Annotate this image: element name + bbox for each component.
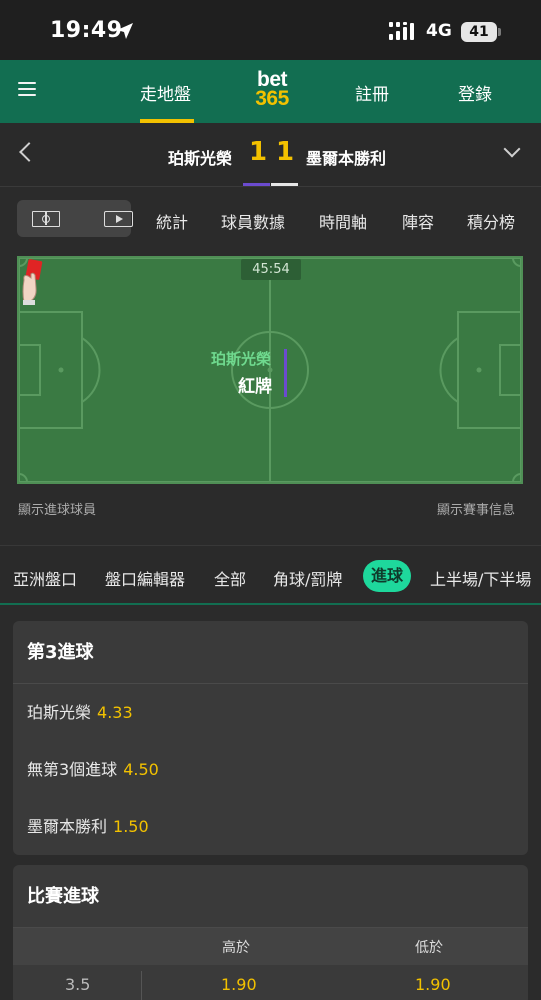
filter-goals[interactable]: 進球 [363, 560, 412, 592]
video-play-icon[interactable] [104, 211, 133, 227]
battery-tip [498, 28, 501, 36]
over-under-row: 3.5 1.90 1.90 [13, 965, 528, 1000]
filter-all[interactable]: 全部 [214, 566, 246, 590]
chevron-left-icon[interactable] [19, 142, 39, 162]
tab-player-stats[interactable]: 球員數據 [221, 209, 285, 233]
top-nav: 走地盤 bet 365 註冊 登錄 [0, 60, 541, 123]
match-clock: 45:54 [241, 259, 301, 280]
selection-label: 墨爾本勝利 [27, 817, 108, 836]
bet365-logo[interactable]: bet 365 [249, 69, 295, 110]
pitch-view-icon[interactable] [32, 211, 60, 227]
selection-row[interactable]: 墨爾本勝利 1.50 [13, 798, 528, 855]
goal-line: 3.5 [65, 975, 91, 994]
selection-odds: 1.50 [113, 817, 149, 836]
over-odds[interactable]: 1.90 [221, 975, 257, 994]
away-score: 1 [276, 137, 295, 167]
nav-in-play[interactable]: 走地盤 [140, 80, 191, 105]
selection-row[interactable]: 珀斯光榮 4.33 [13, 684, 528, 741]
home-team-name: 珀斯光榮 [168, 149, 233, 168]
red-card-icon [22, 259, 43, 305]
match-header: 珀斯光榮 1 1 墨爾本勝利 [0, 123, 541, 187]
market-title[interactable]: 第3進球 [13, 621, 528, 684]
tab-timeline[interactable]: 時間軸 [319, 209, 367, 233]
filter-bet-builder[interactable]: 盤口編輯器 [105, 566, 185, 590]
view-toggle [17, 200, 133, 237]
signal-icon [389, 22, 414, 40]
status-time: 19:49 [50, 18, 123, 43]
match-tools-row: 統計 球員數據 時間軸 陣容 積分榜 [0, 188, 541, 248]
filter-halves[interactable]: 上半場/下半場 [430, 566, 531, 590]
location-arrow-icon [117, 23, 133, 39]
selection-odds: 4.33 [97, 703, 133, 722]
selection-label: 珀斯光榮 [27, 703, 92, 722]
column-divider [141, 971, 142, 1000]
hamburger-menu-icon[interactable] [18, 82, 36, 96]
nav-join[interactable]: 註冊 [355, 80, 389, 105]
over-under-header: 高於 低於 [13, 928, 528, 965]
tab-lineups[interactable]: 陣容 [402, 209, 434, 233]
selection-odds: 4.50 [123, 760, 159, 779]
pitch-lines [19, 258, 521, 482]
home-color-bar [243, 183, 270, 186]
show-match-info-link[interactable]: 顯示賽事信息 [437, 499, 515, 518]
market-title[interactable]: 比賽進球 [13, 865, 528, 928]
under-odds[interactable]: 1.90 [415, 975, 451, 994]
over-column-label: 高於 [222, 940, 250, 956]
show-scorers-link[interactable]: 顯示進球球員 [18, 499, 96, 518]
selection-row[interactable]: 無第3個進球 4.50 [13, 741, 528, 798]
filter-corners-cards[interactable]: 角球/罰牌 [273, 566, 342, 590]
match-pitch: 45:54 珀斯光榮 紅牌 [17, 256, 523, 484]
match-goals-market: 比賽進球 高於 低於 3.5 1.90 1.90 [13, 865, 528, 1000]
chevron-down-icon[interactable] [503, 140, 521, 158]
battery-icon: 41 [461, 22, 497, 42]
market-filter-tabs: 亞洲盤口 盤口編輯器 全部 角球/罰牌 進球 上半場/下半場 [0, 545, 541, 605]
logo-text-bottom: 365 [255, 87, 289, 110]
selection-label: 無第3個進球 [27, 760, 118, 779]
event-team-color-bar [284, 349, 287, 397]
status-bar: 19:49 4G 41 [0, 0, 541, 60]
event-team: 珀斯光榮 [211, 350, 272, 368]
nav-login[interactable]: 登錄 [458, 80, 492, 105]
under-column-label: 低於 [415, 940, 443, 956]
away-team-name: 墨爾本勝利 [306, 149, 387, 168]
event-type: 紅牌 [238, 377, 272, 397]
home-score: 1 [249, 137, 268, 167]
network-type: 4G [426, 21, 452, 41]
third-goal-market: 第3進球 珀斯光榮 4.33 無第3個進球 4.50 墨爾本勝利 1.50 [13, 621, 528, 855]
tab-standings[interactable]: 積分榜 [467, 209, 515, 233]
tab-stats[interactable]: 統計 [156, 209, 188, 233]
away-color-bar [271, 183, 298, 186]
filter-asian-lines[interactable]: 亞洲盤口 [13, 566, 77, 590]
